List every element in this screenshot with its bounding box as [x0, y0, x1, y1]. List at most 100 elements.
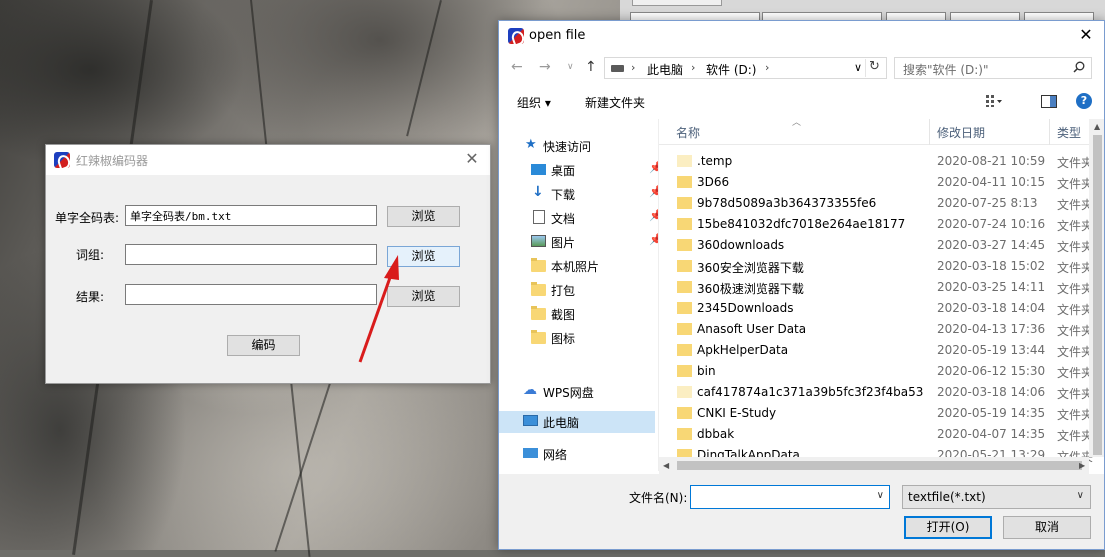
nav-item-network[interactable]: 网络	[499, 443, 649, 465]
preview-pane-icon[interactable]	[1041, 95, 1057, 108]
back-arrow-icon[interactable]: ←	[511, 59, 523, 75]
file-row[interactable]: 3D66 2020-04-11 10:15 文件夹	[659, 172, 1093, 193]
scroll-up-icon[interactable]: ▲	[1094, 122, 1100, 131]
file-date: 2020-03-18 15:02	[937, 259, 1046, 273]
file-type: 文件夹	[1057, 366, 1094, 380]
horizontal-scrollbar[interactable]: ◀ ▶	[659, 457, 1089, 474]
network-icon	[523, 448, 538, 458]
file-name: 9b78d5089a3b364373355fe6	[697, 196, 877, 210]
forward-arrow-icon[interactable]: →	[539, 59, 551, 75]
nav-item-screenshots[interactable]: 截图	[507, 303, 657, 325]
file-name: 360downloads	[697, 238, 785, 252]
column-separator[interactable]	[1049, 119, 1050, 145]
file-row[interactable]: 9b78d5089a3b364373355fe6 2020-07-25 8:13 文…	[659, 193, 1093, 214]
nav-item-icons[interactable]: 图标	[507, 327, 657, 349]
search-box[interactable]: 搜索"软件 (D:)"	[894, 57, 1092, 79]
file-row[interactable]: CNKI E-Study 2020-05-19 14:35 文件夹	[659, 403, 1093, 424]
cancel-button[interactable]: 取消	[1003, 516, 1091, 539]
chevron-right-icon[interactable]: ›	[765, 61, 769, 74]
nav-item-package[interactable]: 打包	[507, 279, 657, 301]
nav-item-label: 截图	[551, 308, 576, 322]
file-row[interactable]: dbbak 2020-04-07 14:35 文件夹	[659, 424, 1093, 445]
file-type: 文件夹	[1057, 429, 1094, 443]
nav-item-label: WPS网盘	[543, 386, 594, 400]
navigation-pane: ★ 快速访问 桌面 📌 ↓ 下载 📌 文档 📌 图片 📌 本机照片 打包 截图 …	[499, 119, 663, 471]
scroll-right-icon[interactable]: ▶	[1079, 461, 1085, 470]
nav-item-label: 网络	[543, 448, 568, 462]
nav-item-this-pc[interactable]: 此电脑	[499, 411, 655, 433]
desktop-icon	[531, 164, 546, 175]
file-name: 2345Downloads	[697, 301, 794, 315]
folder-icon	[677, 239, 692, 251]
search-icon[interactable]	[1073, 61, 1085, 73]
file-type-value: textfile(*.txt)	[908, 490, 986, 504]
file-row[interactable]: 2345Downloads 2020-03-18 14:04 文件夹	[659, 298, 1093, 319]
folder-icon	[531, 306, 546, 320]
file-row[interactable]: caf417874a1c371a39b5fc3f23f4ba53 2020-03-…	[659, 382, 1093, 403]
recent-chevron-down-icon[interactable]: ∨	[567, 62, 574, 72]
file-row[interactable]: bin 2020-06-12 15:30 文件夹	[659, 361, 1093, 382]
nav-item-label: 图标	[551, 332, 576, 346]
folder-icon	[677, 281, 692, 293]
organize-menu[interactable]: 组织 ▾	[517, 94, 551, 111]
chevron-down-icon[interactable]: ∨	[877, 490, 884, 501]
file-date: 2020-04-13 17:36	[937, 322, 1046, 336]
column-type[interactable]: 类型	[1057, 124, 1081, 141]
file-row[interactable]: Anasoft User Data 2020-04-13 17:36 文件夹	[659, 319, 1093, 340]
file-date: 2020-08-21 10:59	[937, 154, 1046, 168]
app-chili-icon	[508, 28, 524, 44]
nav-item-label: 打包	[551, 284, 576, 298]
file-date: 2020-06-12 15:30	[937, 364, 1046, 378]
view-options-icon[interactable]	[986, 95, 1002, 107]
file-row[interactable]: ApkHelperData 2020-05-19 13:44 文件夹	[659, 340, 1093, 361]
file-type: 文件夹	[1057, 408, 1094, 422]
file-name: CNKI E-Study	[697, 406, 777, 420]
file-type-select[interactable]: textfile(*.txt) ∨	[902, 485, 1091, 509]
filename-input[interactable]: ∨	[690, 485, 890, 509]
file-row[interactable]: 360极速浏览器下载 2020-03-25 14:11 文件夹	[659, 277, 1093, 298]
file-type: 文件夹	[1057, 240, 1094, 254]
file-row[interactable]: 15be841032dfc7018e264ae18177 2020-07-24 1…	[659, 214, 1093, 235]
navigation-bar: ← → ∨ ↑ › 此电脑 › 软件 (D:) › ∨ ↻ 搜索"软件 (D:)…	[499, 51, 1104, 85]
nav-item-desktop[interactable]: 桌面 📌	[507, 159, 663, 181]
refresh-icon[interactable]: ↻	[865, 59, 883, 77]
breadcrumb-this-pc[interactable]: 此电脑	[647, 61, 683, 78]
file-list: ︿ 名称 修改日期 类型 .temp 2020-08-21 10:59 文件夹 3D6…	[659, 118, 1104, 471]
nav-item-wps-cloud[interactable]: ☁ WPS网盘	[499, 381, 649, 403]
column-name[interactable]: 名称	[676, 124, 700, 141]
file-type: 文件夹	[1057, 177, 1094, 191]
address-bar[interactable]: › 此电脑 › 软件 (D:) › ∨ ↻	[604, 57, 887, 79]
nav-item-downloads[interactable]: ↓ 下载 📌	[507, 183, 663, 205]
close-icon[interactable]: ✕	[1076, 25, 1096, 45]
nav-item-quick-access[interactable]: ★ 快速访问	[499, 135, 649, 157]
folder-icon	[677, 260, 692, 272]
column-date[interactable]: 修改日期	[937, 124, 985, 141]
folder-icon	[677, 386, 692, 398]
file-row[interactable]: 360安全浏览器下载 2020-03-18 15:02 文件夹	[659, 256, 1093, 277]
nav-item-label: 本机照片	[551, 260, 600, 274]
breadcrumb-drive-d[interactable]: 软件 (D:)	[706, 61, 756, 78]
column-separator[interactable]	[929, 119, 930, 145]
nav-item-label: 下载	[551, 188, 576, 202]
file-name: 3D66	[697, 175, 730, 189]
new-folder-button[interactable]: 新建文件夹	[585, 94, 645, 111]
folder-icon	[677, 344, 692, 356]
nav-item-documents[interactable]: 文档 📌	[507, 207, 663, 229]
scroll-left-icon[interactable]: ◀	[663, 461, 669, 470]
chevron-right-icon[interactable]: ›	[691, 61, 695, 74]
horizontal-scroll-thumb[interactable]	[677, 461, 1082, 470]
file-row[interactable]: .temp 2020-08-21 10:59 文件夹	[659, 151, 1093, 172]
file-row[interactable]: 360downloads 2020-03-27 14:45 文件夹	[659, 235, 1093, 256]
file-type: 文件夹	[1057, 387, 1094, 401]
vertical-scrollbar[interactable]: ▲	[1089, 119, 1104, 457]
nav-item-pictures[interactable]: 图片 📌	[507, 231, 663, 253]
nav-item-local-photos[interactable]: 本机照片	[507, 255, 657, 277]
chevron-right-icon[interactable]: ›	[631, 61, 635, 74]
help-icon[interactable]: ?	[1076, 93, 1092, 109]
address-dropdown-icon[interactable]: ∨	[854, 61, 862, 74]
vertical-scroll-thumb[interactable]	[1093, 135, 1102, 455]
file-name: 15be841032dfc7018e264ae18177	[697, 217, 906, 231]
open-button[interactable]: 打开(O)	[904, 516, 992, 539]
chevron-down-icon[interactable]: ∨	[1077, 490, 1084, 501]
up-arrow-icon[interactable]: ↑	[585, 59, 597, 75]
